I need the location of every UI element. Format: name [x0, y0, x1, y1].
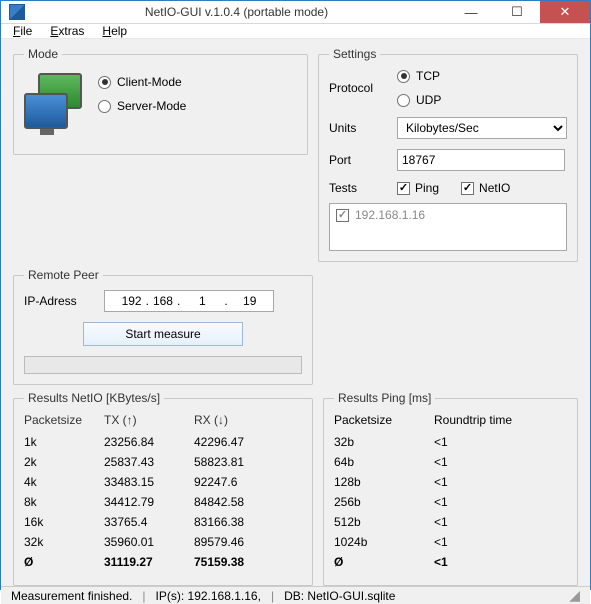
netio-row: 16k33765.483166.38: [24, 515, 302, 529]
server-mode-radio[interactable]: Server-Mode: [98, 99, 186, 113]
ping-row: 128b<1: [334, 475, 567, 489]
results-ping-legend: Results Ping [ms]: [334, 391, 435, 405]
window-title: NetIO-GUI v.1.0.4 (portable mode): [25, 5, 448, 19]
tests-label: Tests: [329, 181, 389, 195]
ping-row: 512b<1: [334, 515, 567, 529]
units-select[interactable]: Kilobytes/Sec: [397, 117, 567, 139]
client-mode-radio[interactable]: Client-Mode: [98, 75, 186, 89]
checkbox-icon: [336, 209, 349, 222]
radio-icon: [397, 94, 410, 107]
close-button[interactable]: ✕: [540, 1, 590, 23]
units-label: Units: [329, 121, 389, 135]
port-input[interactable]: [397, 149, 565, 171]
udp-radio[interactable]: UDP: [397, 93, 567, 107]
settings-group: Settings Protocol TCP UDP Units: [318, 47, 578, 262]
ip-address-input[interactable]: 192.168. 1 . 19: [104, 290, 274, 312]
netio-row: 4k33483.1592247.6: [24, 475, 302, 489]
menubar: File Extras Help: [1, 24, 590, 39]
col-packetsize: Packetsize: [334, 413, 434, 427]
menu-file[interactable]: File: [13, 24, 32, 38]
remote-legend: Remote Peer: [24, 268, 103, 282]
menu-extras[interactable]: Extras: [50, 24, 84, 38]
ping-row: 32b<1: [334, 435, 567, 449]
results-ping-group: Results Ping [ms] Packetsize Roundtrip t…: [323, 391, 578, 586]
col-rx: RX (↓): [194, 413, 284, 427]
app-icon: [9, 4, 25, 20]
radio-icon: [98, 100, 111, 113]
col-roundtrip: Roundtrip time: [434, 413, 567, 427]
radio-icon: [397, 70, 410, 83]
netio-row: 32k35960.0189579.46: [24, 535, 302, 549]
ip-list-item[interactable]: 192.168.1.16: [336, 208, 560, 222]
app-window: NetIO-GUI v.1.0.4 (portable mode) — ☐ ✕ …: [0, 0, 591, 590]
netio-row: 1k23256.8442296.47: [24, 435, 302, 449]
radio-icon: [98, 76, 111, 89]
maximize-button[interactable]: ☐: [494, 1, 540, 23]
status-message: Measurement finished.: [11, 589, 132, 603]
port-label: Port: [329, 153, 389, 167]
progress-bar: [24, 356, 302, 374]
netio-avg-row: Ø 31119.27 75159.38: [24, 555, 302, 569]
results-netio-legend: Results NetIO [KBytes/s]: [24, 391, 164, 405]
checkbox-icon: [397, 182, 410, 195]
mode-legend: Mode: [24, 47, 62, 61]
checkbox-icon: [461, 182, 474, 195]
titlebar[interactable]: NetIO-GUI v.1.0.4 (portable mode) — ☐ ✕: [1, 1, 590, 24]
computers-icon: [24, 73, 84, 135]
menu-help[interactable]: Help: [102, 24, 127, 38]
tcp-radio[interactable]: TCP: [397, 69, 567, 83]
remote-peer-group: Remote Peer IP-Adress 192.168. 1 . 19 St…: [13, 268, 313, 385]
protocol-label: Protocol: [329, 81, 389, 95]
minimize-button[interactable]: —: [448, 1, 494, 23]
ip-address-label: IP-Adress: [24, 294, 94, 308]
ip-list[interactable]: 192.168.1.16: [329, 203, 567, 251]
ping-row: 256b<1: [334, 495, 567, 509]
status-ips: IP(s): 192.168.1.16,: [156, 589, 261, 603]
ping-row: 1024b<1: [334, 535, 567, 549]
statusbar: Measurement finished. | IP(s): 192.168.1…: [1, 586, 590, 604]
settings-legend: Settings: [329, 47, 380, 61]
col-tx: TX (↑): [104, 413, 194, 427]
ping-checkbox[interactable]: Ping: [397, 181, 439, 195]
start-measure-button[interactable]: Start measure: [83, 322, 243, 346]
mode-group: Mode Client-Mode Server-Mode: [13, 47, 308, 155]
netio-row: 8k34412.7984842.58: [24, 495, 302, 509]
netio-checkbox[interactable]: NetIO: [461, 181, 510, 195]
results-netio-group: Results NetIO [KBytes/s] Packetsize TX (…: [13, 391, 313, 586]
ping-row: 64b<1: [334, 455, 567, 469]
status-db: DB: NetIO-GUI.sqlite: [284, 589, 395, 603]
ping-avg-row: Ø <1: [334, 555, 567, 569]
netio-row: 2k25837.4358823.81: [24, 455, 302, 469]
col-packetsize: Packetsize: [24, 413, 104, 427]
